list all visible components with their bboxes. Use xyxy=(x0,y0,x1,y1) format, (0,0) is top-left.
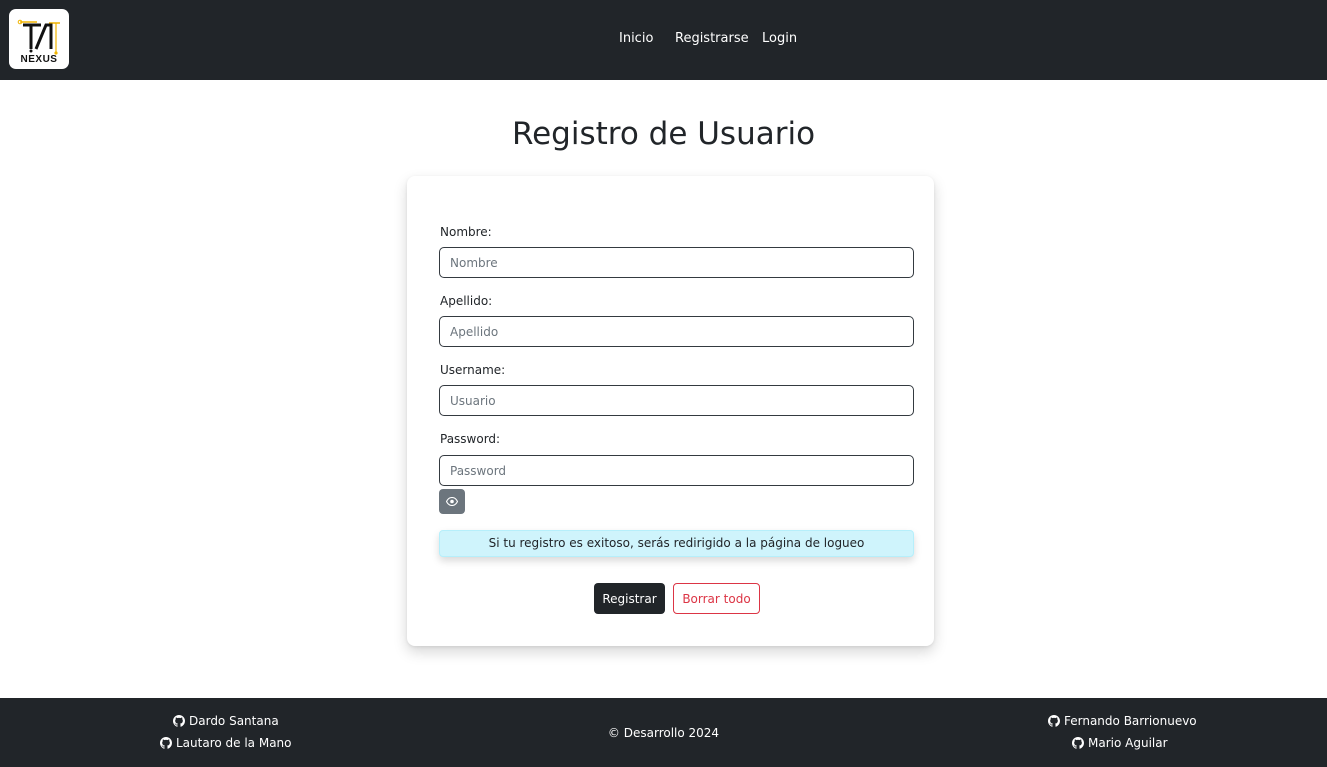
nav-link-inicio[interactable]: Inicio xyxy=(619,31,653,46)
registration-info-alert: Si tu registro es exitoso, serás redirig… xyxy=(439,530,914,557)
eye-icon xyxy=(446,497,458,506)
nombre-input[interactable] xyxy=(439,247,914,278)
nav-link-registrarse[interactable]: Registrarse xyxy=(675,31,749,46)
page-footer: Dardo Santana Lautaro de la Mano © Desar… xyxy=(0,698,1327,767)
nexus-logo[interactable]: NEXUS xyxy=(9,9,69,69)
username-label: Username: xyxy=(440,363,506,377)
apellido-input[interactable] xyxy=(439,316,914,347)
clear-all-button[interactable]: Borrar todo xyxy=(673,583,760,614)
credit-name: Fernando Barrionuevo xyxy=(1064,714,1197,728)
credit-mario-aguilar[interactable]: Mario Aguilar xyxy=(1072,736,1168,750)
logo-wordmark: NEXUS xyxy=(20,54,58,65)
github-icon xyxy=(1048,715,1060,727)
apellido-label: Apellido: xyxy=(440,294,493,308)
registration-form-card: Nombre: Apellido: Username: Password: Si… xyxy=(407,176,934,646)
username-input[interactable] xyxy=(439,385,914,416)
page-title: Registro de Usuario xyxy=(511,116,816,152)
register-button[interactable]: Registrar xyxy=(594,583,665,614)
nombre-label: Nombre: xyxy=(440,225,492,239)
github-icon xyxy=(1072,737,1084,749)
credit-fernando-barrionuevo[interactable]: Fernando Barrionuevo xyxy=(1048,714,1197,728)
password-label: Password: xyxy=(440,432,501,446)
top-navbar: NEXUS Inicio Registrarse Login xyxy=(0,0,1327,80)
nav-link-login[interactable]: Login xyxy=(762,31,797,46)
credit-name: Mario Aguilar xyxy=(1088,736,1168,750)
toggle-password-visibility-button[interactable] xyxy=(439,489,465,514)
password-input[interactable] xyxy=(439,455,914,486)
